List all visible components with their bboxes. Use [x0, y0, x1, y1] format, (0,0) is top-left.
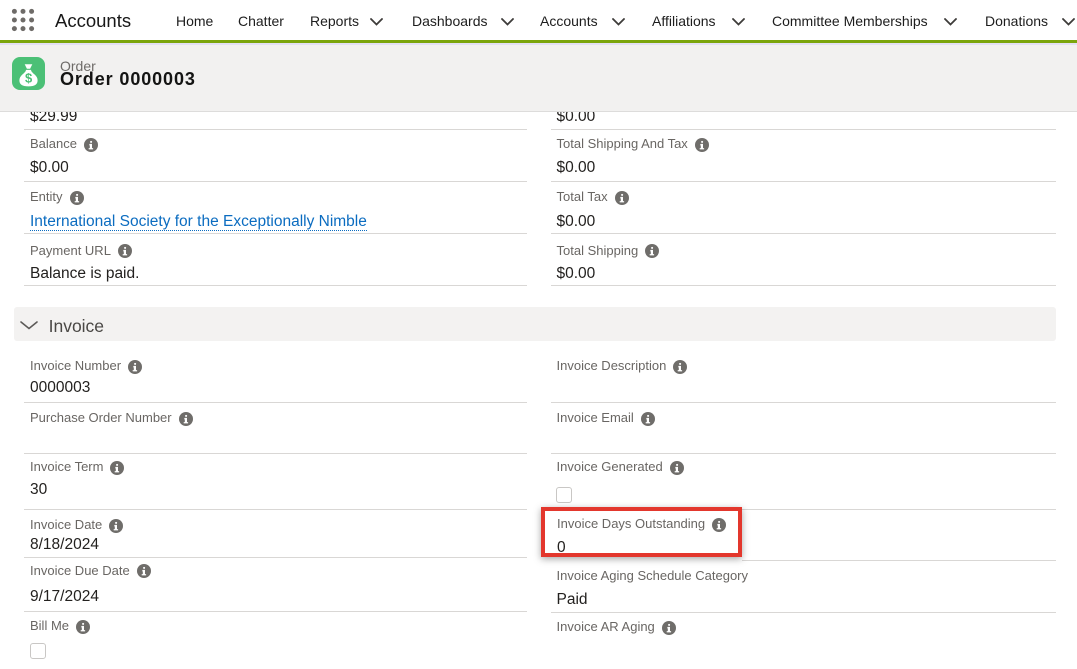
- svg-text:$: $: [25, 71, 33, 86]
